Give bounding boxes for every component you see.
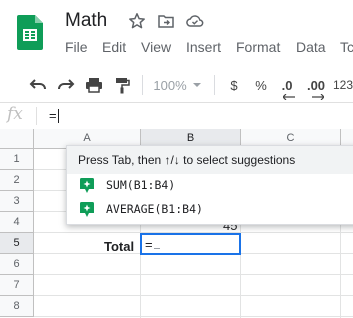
suggestion-average[interactable]: AVERAGE(B1:B4): [67, 198, 353, 222]
redo-icon: [58, 79, 75, 90]
sparkle-suggestion-icon: [80, 178, 94, 193]
more-formats-button[interactable]: 123: [333, 73, 353, 97]
row-header-8[interactable]: 8: [0, 296, 34, 317]
row-header-7[interactable]: 7: [0, 275, 34, 296]
row-header-2[interactable]: 2: [0, 170, 34, 191]
arrow-right-icon: [312, 94, 324, 100]
currency-format-button[interactable]: $: [224, 73, 244, 97]
suggestion-sum[interactable]: SUM(B1:B4): [67, 174, 353, 198]
row-header-4[interactable]: 4: [0, 212, 34, 233]
suggestions-hint: Press Tab, then ↑/↓ to select suggestion…: [67, 146, 353, 174]
undo-icon: [29, 79, 46, 90]
formula-input[interactable]: =: [49, 108, 57, 123]
cloud-saved-icon[interactable]: [186, 12, 204, 30]
menu-insert[interactable]: Insert: [186, 39, 221, 55]
sparkle-suggestion-icon: [80, 202, 94, 217]
zoom-value: 100%: [153, 77, 187, 93]
toolbar: 100% $ % .0 .00 123: [0, 67, 353, 103]
row-header-5[interactable]: 5: [0, 233, 34, 254]
select-all-corner[interactable]: [0, 129, 34, 149]
menu-data[interactable]: Data: [296, 39, 326, 55]
menu-edit[interactable]: Edit: [102, 39, 126, 55]
paint-format-button[interactable]: [111, 73, 133, 97]
undo-button[interactable]: [27, 73, 49, 97]
document-title[interactable]: Math: [65, 10, 107, 32]
menu-tools[interactable]: Tc: [340, 39, 353, 55]
row-header-3[interactable]: 3: [0, 191, 34, 212]
row-header-1[interactable]: 1: [0, 149, 34, 170]
arrow-left-icon: [283, 94, 295, 100]
fx-icon: fx: [7, 104, 23, 124]
menu-file[interactable]: File: [65, 39, 88, 55]
print-button[interactable]: [83, 73, 105, 97]
move-to-folder-icon[interactable]: [157, 12, 175, 30]
print-icon: [86, 78, 102, 93]
zoom-select[interactable]: 100%: [152, 73, 202, 97]
formula-suggestions-popup: Press Tab, then ↑/↓ to select suggestion…: [66, 145, 353, 225]
redo-button[interactable]: [55, 73, 77, 97]
percent-format-button[interactable]: %: [251, 73, 271, 97]
formula-bar: fx =: [0, 102, 353, 130]
menu-bar: File Edit View Insert Format Data Tc: [0, 39, 353, 59]
cell-b5-value: =: [145, 237, 153, 252]
chevron-down-icon: [192, 82, 201, 87]
spreadsheet-grid: A B C 1 2 3 4 5 6 7 8 45 Total = Press T…: [0, 129, 353, 318]
suggestion-average-label: AVERAGE(B1:B4): [106, 202, 203, 216]
suggestion-sum-label: SUM(B1:B4): [106, 178, 176, 192]
cell-b5-editing[interactable]: =: [140, 233, 241, 255]
star-icon[interactable]: [128, 12, 146, 30]
formula-caret: [58, 109, 59, 123]
menu-format[interactable]: Format: [236, 39, 280, 55]
paint-format-icon: [116, 77, 130, 93]
cell-a5[interactable]: Total: [104, 239, 134, 254]
row-header-6[interactable]: 6: [0, 254, 34, 275]
cell-caret: [154, 248, 160, 249]
menu-view[interactable]: View: [141, 39, 171, 55]
